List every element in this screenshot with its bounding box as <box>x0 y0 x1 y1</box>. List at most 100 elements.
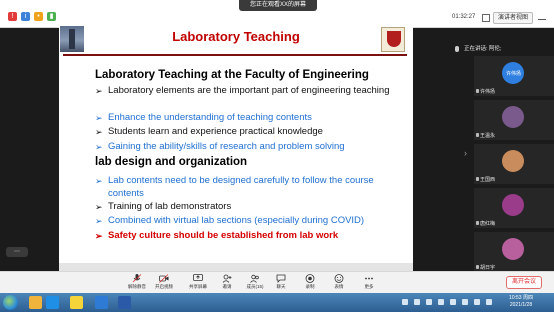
word-icon[interactable] <box>118 296 131 309</box>
chat-icon <box>276 274 286 283</box>
muted-mic-icon <box>476 177 479 181</box>
alert-icon[interactable]: ! <box>8 12 17 21</box>
top-bar-status-icons: ! i • ▮ <box>8 12 56 21</box>
toolbar-label: 开启视频 <box>155 284 173 289</box>
chrome-icon[interactable] <box>70 296 83 309</box>
signal-icon[interactable]: ▮ <box>47 12 56 21</box>
members-button[interactable]: 成员(15) <box>242 274 268 294</box>
members-icon <box>250 274 259 283</box>
invite-icon <box>222 274 232 283</box>
slide-footer <box>59 263 413 271</box>
info-icon[interactable]: i <box>21 12 30 21</box>
clock-date: 2021/1/28 <box>509 302 533 308</box>
participant-name: 王国西 <box>480 177 496 183</box>
bullet-item: ➢ Enhance the understanding of teaching … <box>95 112 395 125</box>
toolbar-label: 聊天 <box>276 284 286 289</box>
toolbar-label: 共享屏幕 <box>189 284 207 289</box>
bullet-text: Gaining the ability/skills of research a… <box>108 141 345 152</box>
tray-icon[interactable] <box>438 299 444 305</box>
toolbar-label: 成员(15) <box>246 284 264 289</box>
arrow-bullet-icon: ➢ <box>95 142 103 152</box>
bullet-item: ➢ Students learn and experience practica… <box>95 126 395 139</box>
bullet-item: ➢ Laboratory elements are the important … <box>95 85 395 98</box>
start-video-button[interactable]: 开启视频 <box>151 274 177 294</box>
share-screen-icon <box>193 274 203 281</box>
toolbar-label: 表情 <box>334 284 344 289</box>
chevron-right-icon[interactable]: › <box>464 148 467 158</box>
browser-icon[interactable] <box>46 296 59 309</box>
bullet-text: Safety culture should be established fro… <box>108 230 339 241</box>
muted-mic-icon <box>476 221 479 225</box>
emoji-icon <box>334 274 344 283</box>
arrow-bullet-icon: ➢ <box>95 176 103 186</box>
participant-name: 胡日宇 <box>480 265 496 271</box>
arrow-bullet-icon: ➢ <box>95 127 103 137</box>
emoji-button[interactable]: 表情 <box>326 274 352 294</box>
invite-button[interactable]: 邀请 <box>214 274 240 294</box>
university-crest-logo <box>381 27 405 52</box>
bullet-item: ➢ Combined with virtual lab sections (es… <box>95 215 395 228</box>
chat-button[interactable]: 聊天 <box>268 274 294 294</box>
header-divider <box>63 54 407 56</box>
arrow-bullet-icon: ➢ <box>95 231 103 241</box>
bullet-item: ➢ Safety culture should be established f… <box>95 230 395 243</box>
participant-panel: 许伟扬 许伟扬 王温永 王国西 唐红梅 胡日宇 <box>474 40 554 276</box>
muted-mic-icon <box>476 133 479 137</box>
volume-icon[interactable] <box>474 299 480 305</box>
muted-mic-icon <box>476 89 479 93</box>
tray-icon[interactable] <box>450 299 456 305</box>
windows-start-icon[interactable] <box>3 295 18 310</box>
arrow-bullet-icon: ➢ <box>95 113 103 123</box>
avatar-initials: 许伟扬 <box>506 71 522 77</box>
tray-icon[interactable] <box>402 299 408 305</box>
bullet-text: Enhance the understanding of teaching co… <box>108 112 312 123</box>
leave-meeting-button[interactable]: 离开会议 <box>506 276 542 289</box>
meeting-toolbar: 解除静音 开启视频 共享屏幕 邀请 成员(15) 聊天 录制 表情 更多 <box>0 271 554 293</box>
record-icon <box>305 274 315 283</box>
participant-name: 唐红梅 <box>480 221 496 227</box>
chat-toggle-icon[interactable]: ⋯ <box>6 247 28 257</box>
battery-icon[interactable] <box>486 299 492 305</box>
more-icon <box>365 277 373 280</box>
section-heading-faculty: Laboratory Teaching at the Faculty of En… <box>95 69 369 81</box>
more-button[interactable]: 更多 <box>356 274 382 294</box>
toolbar-label: 录制 <box>305 284 315 289</box>
participant-tile[interactable]: 唐红梅 <box>474 188 554 228</box>
file-explorer-icon[interactable] <box>29 296 42 309</box>
participant-tile[interactable]: 王温永 <box>474 100 554 140</box>
shared-slide: Laboratory Teaching Laboratory Teaching … <box>59 25 413 271</box>
toolbar-label: 解除静音 <box>128 284 146 289</box>
tray-icon[interactable] <box>426 299 432 305</box>
participant-tile[interactable]: 许伟扬 许伟扬 <box>474 56 554 96</box>
windows-taskbar: 10:53 周四 2021/1/28 <box>0 293 554 312</box>
arrow-bullet-icon: ➢ <box>95 86 103 96</box>
presenter-view-button[interactable]: 演讲者视图 <box>493 12 534 24</box>
microphone-icon <box>132 274 142 283</box>
unmute-button[interactable]: 解除静音 <box>124 274 150 294</box>
slide-header: Laboratory Teaching <box>59 25 413 56</box>
clock-time: 10:53 周四 <box>509 295 533 301</box>
avatar <box>502 150 524 172</box>
avatar <box>502 106 524 128</box>
meeting-screen: ! i • ▮ 您正在观看XX的屏幕 01:32:27 演讲者视图 Labora… <box>0 0 554 312</box>
bullet-text: Training of lab demonstrators <box>108 201 232 212</box>
bullet-item: ➢ Lab contents need to be designed caref… <box>95 175 395 200</box>
network-icon[interactable] <box>462 299 468 305</box>
participant-tile[interactable]: 胡日宇 <box>474 232 554 272</box>
meeting-top-bar: ! i • ▮ 您正在观看XX的屏幕 01:32:27 演讲者视图 <box>0 0 554 28</box>
tray-icon[interactable] <box>414 299 420 305</box>
avatar <box>502 194 524 216</box>
participant-tile[interactable]: 王国西 <box>474 144 554 184</box>
minimize-icon[interactable] <box>538 19 546 20</box>
screen-sharing-banner[interactable]: 您正在观看XX的屏幕 <box>239 0 317 11</box>
participant-name: 许伟扬 <box>480 89 496 95</box>
bullet-text: Laboratory elements are the important pa… <box>108 85 390 96</box>
record-button[interactable]: 录制 <box>297 274 323 294</box>
system-clock[interactable]: 10:53 周四 2021/1/28 <box>501 295 541 309</box>
lock-icon[interactable]: • <box>34 12 43 21</box>
layout-grid-icon[interactable] <box>482 14 490 22</box>
muted-mic-icon <box>476 265 479 269</box>
share-screen-button[interactable]: 共享屏幕 <box>185 274 211 294</box>
participant-name: 王温永 <box>480 133 496 139</box>
meeting-app-icon[interactable] <box>95 296 108 309</box>
